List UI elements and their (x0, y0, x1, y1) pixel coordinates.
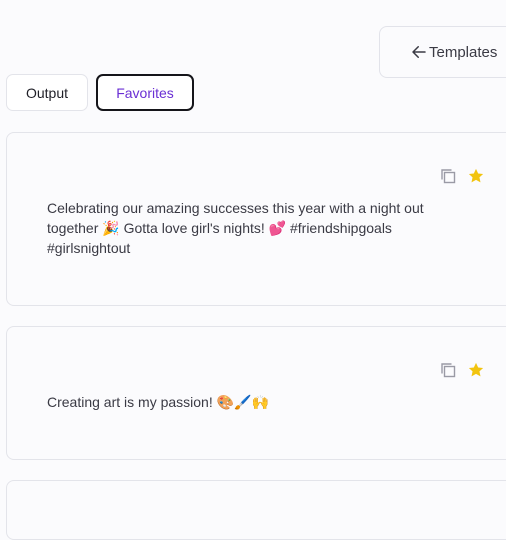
card-actions (439, 167, 485, 185)
star-icon[interactable] (467, 361, 485, 379)
tab-output[interactable]: Output (6, 74, 88, 111)
result-card (6, 480, 506, 540)
result-text: Celebrating our amazing successes this y… (47, 200, 424, 256)
copy-icon[interactable] (439, 167, 457, 185)
arrow-left-icon (410, 43, 428, 61)
tab-favorites[interactable]: Favorites (96, 74, 194, 111)
result-text: Creating art is my passion! 🎨🖌️🙌 (47, 394, 269, 410)
copy-icon[interactable] (439, 361, 457, 379)
result-card: Celebrating our amazing successes this y… (6, 132, 506, 306)
result-card: Creating art is my passion! 🎨🖌️🙌 (6, 326, 506, 460)
tab-favorites-label: Favorites (116, 84, 174, 101)
star-icon[interactable] (467, 167, 485, 185)
card-actions (439, 361, 485, 379)
templates-button-label: Templates (429, 43, 498, 61)
templates-button[interactable]: Templates (379, 26, 506, 78)
tab-output-label: Output (25, 84, 69, 101)
